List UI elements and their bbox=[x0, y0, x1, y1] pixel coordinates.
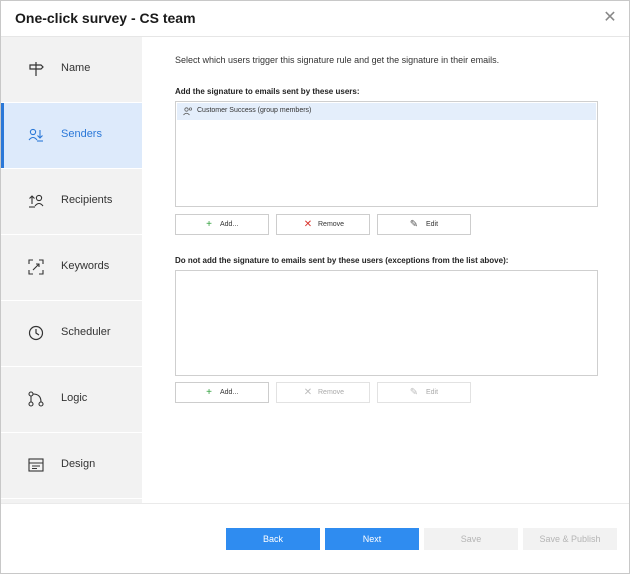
sidebar-item-label: Name bbox=[61, 62, 91, 74]
close-icon[interactable]: ✕ bbox=[601, 9, 619, 27]
save-publish-button[interactable]: Save & Publish bbox=[523, 528, 617, 550]
exclude-edit-button[interactable]: ✎ Edit bbox=[377, 382, 471, 403]
sidebar-item-label: Scheduler bbox=[61, 326, 111, 338]
pencil-icon: ✎ bbox=[409, 387, 419, 398]
group-icon bbox=[183, 107, 193, 116]
footer: Back Next Save Save & Publish bbox=[1, 503, 629, 573]
include-remove-button[interactable]: ✕ Remove bbox=[276, 214, 370, 235]
intro-text: Select which users trigger this signatur… bbox=[175, 55, 500, 65]
plus-icon: + bbox=[206, 387, 212, 398]
sidebar-item-senders[interactable]: Senders bbox=[1, 103, 142, 169]
sidebar-item-name[interactable]: Name bbox=[1, 37, 142, 103]
list-item[interactable]: Customer Success (group members) bbox=[177, 103, 596, 120]
sidebar-item-label: Logic bbox=[61, 392, 88, 404]
sidebar-item-scheduler[interactable]: Scheduler bbox=[1, 301, 142, 367]
users-icon bbox=[28, 128, 43, 142]
remove-x-icon: ✕ bbox=[303, 387, 313, 398]
plus-icon: + bbox=[206, 219, 212, 230]
include-heading: Add the signature to emails sent by thes… bbox=[175, 87, 360, 96]
keywords-icon bbox=[28, 259, 44, 275]
title-bar: One-click survey - CS team ✕ bbox=[1, 1, 629, 37]
recipients-icon bbox=[29, 194, 44, 208]
sidebar-item-recipients[interactable]: Recipients bbox=[1, 169, 142, 235]
include-users-list[interactable]: Customer Success (group members) bbox=[175, 101, 598, 207]
sidebar-item-keywords[interactable]: Keywords bbox=[1, 235, 142, 301]
main-content: Select which users trigger this signatur… bbox=[142, 37, 629, 503]
back-button[interactable]: Back bbox=[226, 528, 320, 550]
exclude-heading: Do not add the signature to emails sent … bbox=[175, 256, 509, 265]
next-button[interactable]: Next bbox=[325, 528, 419, 550]
sidebar-item-design[interactable]: Design bbox=[1, 433, 142, 499]
save-button[interactable]: Save bbox=[424, 528, 518, 550]
sidebar-item-label: Senders bbox=[61, 128, 102, 140]
exclude-remove-button[interactable]: ✕ Remove bbox=[276, 382, 370, 403]
sidebar-item-label: Design bbox=[61, 458, 96, 470]
signpost-icon bbox=[29, 62, 44, 76]
sidebar: Name Senders Recipients Keywords Schedul… bbox=[1, 37, 142, 503]
clock-icon bbox=[28, 325, 44, 341]
include-add-button[interactable]: + Add... bbox=[175, 214, 269, 235]
remove-x-icon: ✕ bbox=[303, 219, 313, 230]
design-icon bbox=[28, 458, 44, 472]
exclude-users-list[interactable] bbox=[175, 270, 598, 376]
exclude-add-button[interactable]: + Add... bbox=[175, 382, 269, 403]
rule-dialog: One-click survey - CS team ✕ Name Sender… bbox=[0, 0, 630, 574]
sidebar-item-label: Recipients bbox=[61, 194, 113, 206]
flow-icon bbox=[28, 391, 44, 407]
dialog-title: One-click survey - CS team bbox=[15, 10, 196, 26]
list-item-label: Customer Success (group members) bbox=[197, 107, 312, 114]
sidebar-item-label: Keywords bbox=[61, 260, 110, 272]
include-edit-button[interactable]: ✎ Edit bbox=[377, 214, 471, 235]
pencil-icon: ✎ bbox=[409, 219, 419, 230]
sidebar-item-logic[interactable]: Logic bbox=[1, 367, 142, 433]
